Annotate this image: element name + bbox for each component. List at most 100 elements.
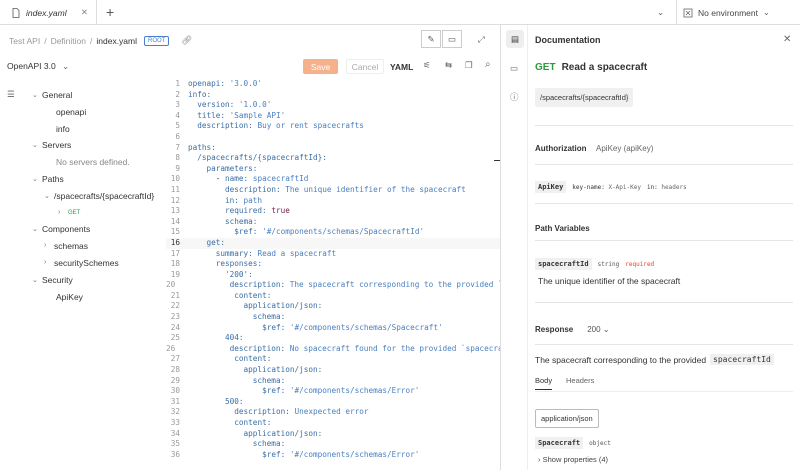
code-line: 12 in: path bbox=[166, 196, 500, 207]
line-number: 16 bbox=[170, 237, 180, 247]
code-text: description: No spacecraft found for the… bbox=[229, 343, 500, 353]
chevron-down-icon: ⌄ bbox=[32, 175, 38, 183]
code-line: 17 summary: Read a spacecraft bbox=[166, 249, 500, 260]
wrap-icon[interactable]: ⇆ bbox=[445, 60, 452, 71]
code-text: application/json: bbox=[243, 428, 323, 438]
code-line: 33 content: bbox=[166, 418, 500, 429]
tree-security[interactable]: ⌄ Security bbox=[32, 271, 73, 288]
environment-selector[interactable]: No environment ⌄ bbox=[676, 0, 778, 25]
tree-servers[interactable]: ⌄ Servers bbox=[32, 136, 71, 153]
line-number: 18 bbox=[170, 259, 180, 269]
method-badge: GET bbox=[535, 62, 556, 73]
code-text: content: bbox=[234, 354, 272, 364]
tree-no-servers: No servers defined. bbox=[56, 156, 130, 167]
chevron-down-icon: ⌄ bbox=[32, 225, 38, 233]
comments-icon[interactable]: ▭ bbox=[510, 63, 518, 74]
format-toggle[interactable]: YAML bbox=[390, 62, 413, 72]
line-number: 27 bbox=[170, 354, 180, 364]
code-line: 6 bbox=[166, 132, 500, 143]
environment-label: No environment bbox=[698, 7, 759, 18]
tab-body[interactable]: Body bbox=[535, 376, 553, 390]
document-icon: ▤ bbox=[510, 33, 520, 44]
cancel-button[interactable]: Cancel bbox=[346, 59, 384, 74]
comment-icon: ▭ bbox=[447, 33, 457, 44]
documentation-tab[interactable]: ▤ bbox=[506, 30, 524, 48]
tree-components[interactable]: ⌄ Components bbox=[32, 220, 90, 237]
line-number: 28 bbox=[170, 365, 180, 375]
tree-openapi[interactable]: openapi bbox=[56, 103, 86, 120]
line-number: 4 bbox=[175, 110, 180, 120]
tree-security-schemes[interactable]: › securitySchemes bbox=[44, 254, 119, 271]
edit-mode-button[interactable]: ✎ bbox=[421, 30, 441, 48]
comment-mode-button[interactable]: ▭ bbox=[442, 30, 462, 48]
code-editor[interactable]: 1 openapi: '3.0.0' 2 info: 3 version: '1.0.0… bbox=[166, 79, 500, 470]
code-text: description: The spacecraft correspondin… bbox=[229, 280, 500, 290]
content-type-selector[interactable]: application/json bbox=[535, 409, 599, 428]
code-text: content: bbox=[234, 290, 272, 300]
code-text: 404: bbox=[225, 333, 244, 343]
code-text: application/json: bbox=[243, 301, 323, 311]
format-options-icon[interactable]: ⚟ bbox=[423, 60, 431, 71]
param-row: spacecraftId string required bbox=[535, 258, 654, 270]
tab-headers[interactable]: Headers bbox=[566, 376, 594, 385]
code-text: schema: bbox=[252, 375, 286, 385]
line-number: 34 bbox=[170, 428, 180, 438]
chevron-down-icon: ⌄ bbox=[602, 325, 610, 334]
line-number: 31 bbox=[170, 396, 180, 406]
code-line: 35 schema: bbox=[166, 439, 500, 450]
tree-path-spacecraft[interactable]: ⌄/spacecrafts/{spacecraftId} bbox=[44, 187, 154, 204]
code-text: $ref: '#/components/schemas/Spacecraft' bbox=[262, 322, 443, 332]
line-number: 23 bbox=[170, 312, 180, 322]
line-number: 24 bbox=[170, 322, 180, 332]
line-number: 13 bbox=[170, 206, 180, 216]
line-number: 7 bbox=[175, 142, 180, 152]
param-type: string bbox=[597, 260, 620, 268]
chevron-down-icon: ⌄ bbox=[32, 276, 38, 284]
line-number: 14 bbox=[170, 216, 180, 226]
chevron-right-icon: › bbox=[538, 455, 541, 464]
code-text: in: path bbox=[225, 195, 263, 205]
chevron-down-icon: ⌄ bbox=[32, 141, 38, 149]
authorization-value: ApiKey (apiKey) bbox=[596, 144, 654, 153]
close-icon[interactable]: ✕ bbox=[783, 34, 791, 45]
chevron-right-icon: › bbox=[44, 259, 47, 266]
code-line: 26 description: No spacecraft found for … bbox=[166, 344, 500, 355]
line-number: 26 bbox=[166, 343, 176, 353]
tree-general[interactable]: ⌄ General bbox=[32, 86, 72, 103]
line-number: 20 bbox=[166, 280, 176, 290]
line-number: 1 bbox=[175, 79, 180, 88]
code-line: 3 version: '1.0.0' bbox=[166, 100, 500, 111]
code-line: 29 schema: bbox=[166, 376, 500, 387]
tree-info[interactable]: info bbox=[56, 120, 70, 137]
divider bbox=[535, 203, 793, 204]
tree-get[interactable]: › GET bbox=[58, 204, 80, 221]
environment-icon bbox=[683, 8, 693, 17]
response-code-selector[interactable]: 200 ⌄ bbox=[587, 325, 609, 334]
code-line: 1 openapi: '3.0.0' bbox=[166, 79, 500, 90]
line-number: 29 bbox=[170, 375, 180, 385]
tree-apikey[interactable]: ApiKey bbox=[56, 288, 83, 305]
code-text: schema: bbox=[225, 216, 258, 226]
info-icon[interactable]: ⓘ bbox=[510, 91, 519, 103]
tab-dropdown-icon[interactable]: ⌄ bbox=[657, 7, 664, 18]
code-text: description: The unique identifier of th… bbox=[225, 184, 466, 194]
code-text: $ref: '#/components/schemas/Error' bbox=[262, 449, 420, 459]
code-text: required: true bbox=[225, 206, 290, 216]
code-text: title: 'Sample API' bbox=[197, 110, 286, 120]
doc-title: Documentation bbox=[535, 35, 601, 45]
copy-icon[interactable]: ❐ bbox=[465, 60, 473, 71]
line-number: 21 bbox=[170, 290, 180, 300]
code-line: 24 $ref: '#/components/schemas/Spacecraf… bbox=[166, 323, 500, 334]
code-line: 7 paths: bbox=[166, 143, 500, 154]
schema-row: Spacecraft object bbox=[535, 437, 611, 449]
code-line: 23 schema: bbox=[166, 312, 500, 323]
line-number: 22 bbox=[170, 301, 180, 311]
code-line: 25 404: bbox=[166, 333, 500, 344]
save-button[interactable]: Save bbox=[303, 59, 338, 74]
show-properties-button[interactable]: › Show properties (4) bbox=[538, 455, 608, 464]
tree-paths[interactable]: ⌄ Paths bbox=[32, 170, 64, 187]
expand-icon[interactable]: ⤢ bbox=[478, 34, 485, 45]
search-icon[interactable]: ⌕ bbox=[485, 59, 491, 70]
link-icon[interactable]: 🔗︎ bbox=[181, 35, 192, 46]
tree-schemas[interactable]: › schemas bbox=[44, 237, 88, 254]
